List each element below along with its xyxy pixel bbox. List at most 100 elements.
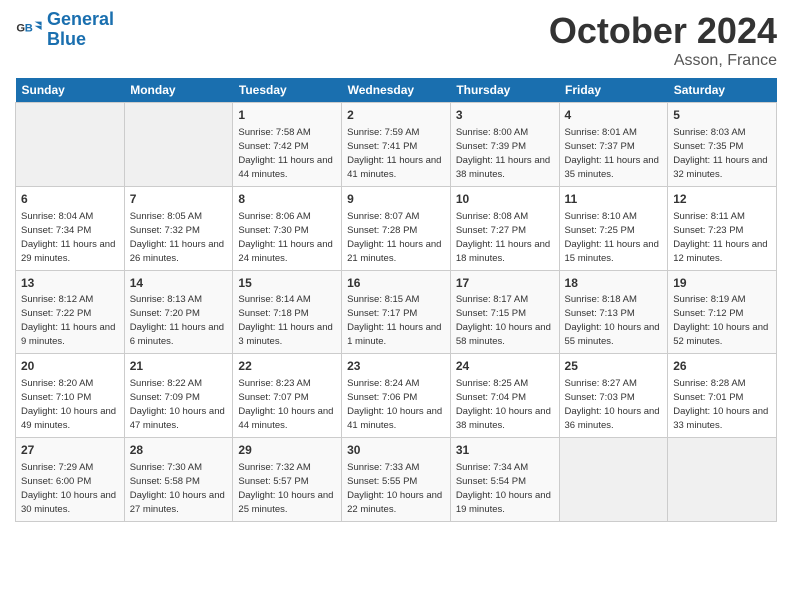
day-number: 10 [456, 191, 554, 208]
svg-text:B: B [25, 22, 33, 34]
calendar-cell: 14 Sunrise: 8:13 AMSunset: 7:20 PMDaylig… [124, 270, 233, 354]
day-number: 3 [456, 107, 554, 124]
day-number: 24 [456, 358, 554, 375]
day-number: 23 [347, 358, 445, 375]
calendar-cell: 18 Sunrise: 8:18 AMSunset: 7:13 PMDaylig… [559, 270, 668, 354]
day-info: Sunrise: 8:11 AMSunset: 7:23 PMDaylight:… [673, 211, 767, 264]
day-info: Sunrise: 8:24 AMSunset: 7:06 PMDaylight:… [347, 378, 442, 431]
svg-text:G: G [16, 22, 25, 34]
day-info: Sunrise: 7:30 AMSunset: 5:58 PMDaylight:… [130, 462, 225, 515]
calendar-cell: 24 Sunrise: 8:25 AMSunset: 7:04 PMDaylig… [450, 354, 559, 438]
day-info: Sunrise: 8:14 AMSunset: 7:18 PMDaylight:… [238, 294, 332, 347]
day-number: 8 [238, 191, 336, 208]
calendar-cell [559, 438, 668, 522]
day-number: 7 [130, 191, 228, 208]
logo-text: General Blue [47, 10, 114, 50]
calendar-cell: 17 Sunrise: 8:17 AMSunset: 7:15 PMDaylig… [450, 270, 559, 354]
calendar-week-2: 6 Sunrise: 8:04 AMSunset: 7:34 PMDayligh… [16, 186, 777, 270]
day-number: 5 [673, 107, 771, 124]
day-info: Sunrise: 8:19 AMSunset: 7:12 PMDaylight:… [673, 294, 768, 347]
day-number: 9 [347, 191, 445, 208]
day-info: Sunrise: 8:28 AMSunset: 7:01 PMDaylight:… [673, 378, 768, 431]
day-info: Sunrise: 8:06 AMSunset: 7:30 PMDaylight:… [238, 211, 332, 264]
day-number: 26 [673, 358, 771, 375]
day-info: Sunrise: 7:29 AMSunset: 6:00 PMDaylight:… [21, 462, 116, 515]
calendar-cell [668, 438, 777, 522]
calendar-cell [124, 103, 233, 187]
calendar-cell: 30 Sunrise: 7:33 AMSunset: 5:55 PMDaylig… [342, 438, 451, 522]
logo-icon: G B [15, 16, 43, 44]
logo-blue: Blue [47, 29, 86, 49]
day-number: 28 [130, 442, 228, 459]
day-info: Sunrise: 8:05 AMSunset: 7:32 PMDaylight:… [130, 211, 224, 264]
calendar-cell: 21 Sunrise: 8:22 AMSunset: 7:09 PMDaylig… [124, 354, 233, 438]
calendar-week-3: 13 Sunrise: 8:12 AMSunset: 7:22 PMDaylig… [16, 270, 777, 354]
day-number: 19 [673, 275, 771, 292]
title-block: October 2024 Asson, France [549, 10, 777, 70]
day-info: Sunrise: 7:34 AMSunset: 5:54 PMDaylight:… [456, 462, 551, 515]
day-number: 31 [456, 442, 554, 459]
calendar-week-4: 20 Sunrise: 8:20 AMSunset: 7:10 PMDaylig… [16, 354, 777, 438]
day-number: 4 [565, 107, 663, 124]
day-info: Sunrise: 8:18 AMSunset: 7:13 PMDaylight:… [565, 294, 660, 347]
day-info: Sunrise: 8:07 AMSunset: 7:28 PMDaylight:… [347, 211, 441, 264]
calendar-cell: 9 Sunrise: 8:07 AMSunset: 7:28 PMDayligh… [342, 186, 451, 270]
day-info: Sunrise: 7:33 AMSunset: 5:55 PMDaylight:… [347, 462, 442, 515]
calendar-cell: 27 Sunrise: 7:29 AMSunset: 6:00 PMDaylig… [16, 438, 125, 522]
day-info: Sunrise: 8:20 AMSunset: 7:10 PMDaylight:… [21, 378, 116, 431]
day-info: Sunrise: 7:59 AMSunset: 7:41 PMDaylight:… [347, 127, 441, 180]
day-number: 6 [21, 191, 119, 208]
calendar-cell: 31 Sunrise: 7:34 AMSunset: 5:54 PMDaylig… [450, 438, 559, 522]
calendar-cell: 7 Sunrise: 8:05 AMSunset: 7:32 PMDayligh… [124, 186, 233, 270]
day-number: 12 [673, 191, 771, 208]
weekday-header-thursday: Thursday [450, 78, 559, 103]
day-number: 29 [238, 442, 336, 459]
weekday-header-sunday: Sunday [16, 78, 125, 103]
day-number: 2 [347, 107, 445, 124]
day-number: 18 [565, 275, 663, 292]
weekday-header-tuesday: Tuesday [233, 78, 342, 103]
calendar-cell: 23 Sunrise: 8:24 AMSunset: 7:06 PMDaylig… [342, 354, 451, 438]
day-number: 11 [565, 191, 663, 208]
weekday-header-wednesday: Wednesday [342, 78, 451, 103]
day-number: 17 [456, 275, 554, 292]
day-info: Sunrise: 8:15 AMSunset: 7:17 PMDaylight:… [347, 294, 441, 347]
day-number: 1 [238, 107, 336, 124]
day-info: Sunrise: 8:04 AMSunset: 7:34 PMDaylight:… [21, 211, 115, 264]
day-number: 25 [565, 358, 663, 375]
day-number: 14 [130, 275, 228, 292]
day-info: Sunrise: 8:13 AMSunset: 7:20 PMDaylight:… [130, 294, 224, 347]
logo-general: General [47, 9, 114, 29]
day-info: Sunrise: 8:08 AMSunset: 7:27 PMDaylight:… [456, 211, 550, 264]
day-number: 15 [238, 275, 336, 292]
calendar-cell: 8 Sunrise: 8:06 AMSunset: 7:30 PMDayligh… [233, 186, 342, 270]
day-info: Sunrise: 8:23 AMSunset: 7:07 PMDaylight:… [238, 378, 333, 431]
month-title: October 2024 [549, 10, 777, 52]
calendar-cell: 15 Sunrise: 8:14 AMSunset: 7:18 PMDaylig… [233, 270, 342, 354]
calendar-cell: 29 Sunrise: 7:32 AMSunset: 5:57 PMDaylig… [233, 438, 342, 522]
day-info: Sunrise: 8:00 AMSunset: 7:39 PMDaylight:… [456, 127, 550, 180]
calendar-cell: 6 Sunrise: 8:04 AMSunset: 7:34 PMDayligh… [16, 186, 125, 270]
calendar-cell: 19 Sunrise: 8:19 AMSunset: 7:12 PMDaylig… [668, 270, 777, 354]
calendar-cell: 20 Sunrise: 8:20 AMSunset: 7:10 PMDaylig… [16, 354, 125, 438]
calendar-cell: 2 Sunrise: 7:59 AMSunset: 7:41 PMDayligh… [342, 103, 451, 187]
day-number: 22 [238, 358, 336, 375]
calendar-cell: 10 Sunrise: 8:08 AMSunset: 7:27 PMDaylig… [450, 186, 559, 270]
calendar-cell: 13 Sunrise: 8:12 AMSunset: 7:22 PMDaylig… [16, 270, 125, 354]
calendar-cell: 16 Sunrise: 8:15 AMSunset: 7:17 PMDaylig… [342, 270, 451, 354]
day-number: 13 [21, 275, 119, 292]
calendar-cell: 5 Sunrise: 8:03 AMSunset: 7:35 PMDayligh… [668, 103, 777, 187]
calendar-cell: 3 Sunrise: 8:00 AMSunset: 7:39 PMDayligh… [450, 103, 559, 187]
day-number: 20 [21, 358, 119, 375]
calendar-cell: 1 Sunrise: 7:58 AMSunset: 7:42 PMDayligh… [233, 103, 342, 187]
day-info: Sunrise: 8:01 AMSunset: 7:37 PMDaylight:… [565, 127, 659, 180]
calendar-table: SundayMondayTuesdayWednesdayThursdayFrid… [15, 78, 777, 522]
logo: G B General Blue [15, 10, 114, 50]
weekday-header-row: SundayMondayTuesdayWednesdayThursdayFrid… [16, 78, 777, 103]
day-number: 27 [21, 442, 119, 459]
day-info: Sunrise: 8:03 AMSunset: 7:35 PMDaylight:… [673, 127, 767, 180]
weekday-header-friday: Friday [559, 78, 668, 103]
calendar-cell: 12 Sunrise: 8:11 AMSunset: 7:23 PMDaylig… [668, 186, 777, 270]
day-number: 21 [130, 358, 228, 375]
day-info: Sunrise: 8:27 AMSunset: 7:03 PMDaylight:… [565, 378, 660, 431]
